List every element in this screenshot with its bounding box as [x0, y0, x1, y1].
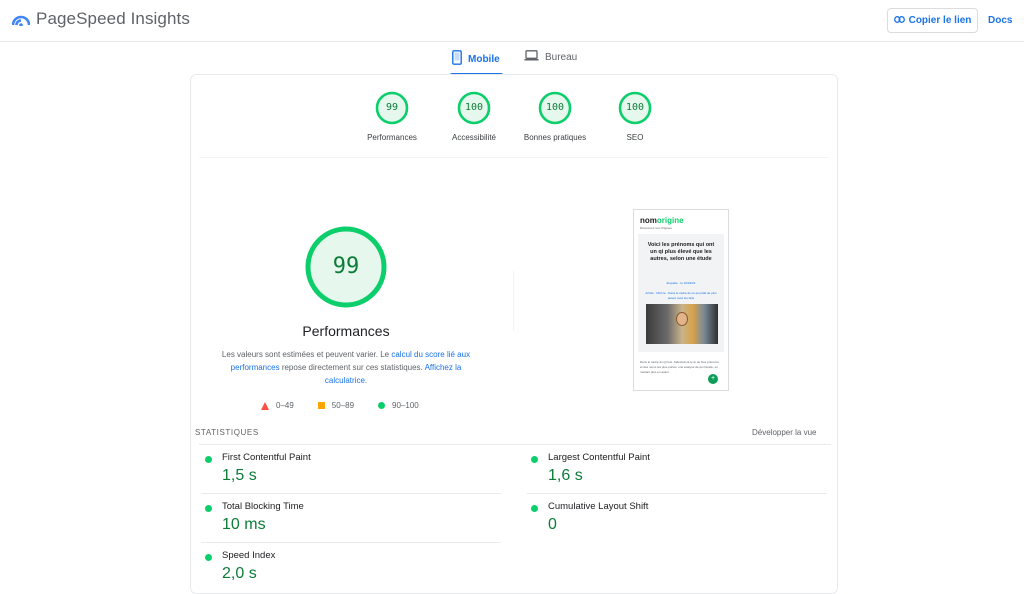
metric-value: 2,0 s — [222, 565, 257, 582]
score-ring: 99 — [375, 91, 409, 125]
desc-text: Les valeurs sont estimées et peuvent var… — [221, 350, 392, 359]
metric-name: Speed Index — [222, 550, 276, 561]
metric-value: 0 — [548, 516, 557, 533]
tab-desktop[interactable]: Bureau — [524, 50, 577, 64]
score-gauge-best-practices[interactable]: 100 Bonnes pratiques — [520, 91, 590, 142]
docs-link[interactable]: Docs — [988, 15, 1012, 26]
plus-icon: + — [708, 374, 718, 384]
legend-average: 50–89 — [317, 401, 355, 410]
category-scores: 99 Performances 100 Accessibilité 100 Bo… — [191, 91, 839, 155]
expand-view-toggle[interactable]: Développer la vue — [752, 428, 816, 437]
site-logo: nomorigine — [640, 216, 684, 225]
pagespeed-logo-icon — [12, 12, 30, 26]
score-value: 99 — [385, 102, 399, 113]
score-label: Accessibilité — [451, 133, 496, 142]
score-legend: 0–49 50–89 90–100 — [261, 401, 419, 410]
tab-mobile[interactable]: Mobile — [452, 50, 500, 68]
laptop-icon — [524, 50, 539, 64]
square-icon — [317, 402, 325, 409]
score-gauge-seo[interactable]: 100 SEO — [600, 91, 670, 142]
page-screenshot[interactable]: nomorigine Découvrez vos Origines Voici … — [633, 209, 729, 391]
desc-text: . — [364, 376, 368, 385]
performance-gauge: 99 — [304, 225, 388, 309]
score-ring: 100 — [618, 91, 652, 125]
site-tagline: Découvrez vos Origines — [640, 226, 672, 230]
pass-circle-icon — [531, 505, 538, 512]
article-headline: Voici les prénoms qui ont un qi plus éle… — [647, 242, 715, 262]
score-value: 100 — [625, 102, 645, 113]
legend-pass: 90–100 — [378, 401, 419, 410]
report-card: 99 Performances 100 Accessibilité 100 Bo… — [190, 74, 838, 594]
divider — [199, 157, 829, 158]
metric-name: Largest Contentful Paint — [548, 452, 650, 463]
brand[interactable]: PageSpeed Insights — [12, 9, 190, 29]
article-meta: Enquête · le 10/04/23 — [666, 281, 696, 285]
circle-icon — [378, 402, 386, 409]
score-gauge-accessibility[interactable]: 100 Accessibilité — [439, 91, 509, 142]
performance-description: Les valeurs sont estimées et peuvent var… — [215, 348, 477, 387]
metric-name: Cumulative Layout Shift — [548, 501, 649, 512]
metric-name: Total Blocking Time — [222, 501, 304, 512]
metric-first-contentful-paint: First Contentful Paint 1,5 s — [191, 447, 501, 495]
divider — [199, 444, 831, 445]
score-label: Bonnes pratiques — [523, 133, 587, 142]
score-label: SEO — [626, 133, 644, 142]
metric-value: 10 ms — [222, 516, 266, 533]
metric-largest-contentful-paint: Largest Contentful Paint 1,6 s — [517, 447, 827, 495]
metric-value: 1,6 s — [548, 467, 583, 484]
pass-circle-icon — [205, 505, 212, 512]
score-label: Performances — [367, 133, 417, 142]
site-logo-part: nom — [640, 216, 657, 225]
divider — [201, 493, 501, 494]
triangle-icon — [261, 401, 269, 410]
copy-link-label: Copier le lien — [908, 15, 972, 26]
tab-mobile-label: Mobile — [468, 53, 500, 65]
score-ring: 100 — [457, 91, 491, 125]
performance-score: 99 — [332, 254, 360, 279]
score-value: 100 — [545, 102, 565, 113]
mobile-phone-icon — [452, 50, 462, 68]
divider — [201, 542, 501, 543]
app-title: PageSpeed Insights — [36, 9, 190, 28]
divider — [527, 493, 827, 494]
statistics-heading: STATISTIQUES — [195, 428, 259, 437]
score-ring: 100 — [538, 91, 572, 125]
tab-desktop-label: Bureau — [545, 51, 578, 63]
pass-circle-icon — [531, 456, 538, 463]
metric-cumulative-layout-shift: Cumulative Layout Shift 0 — [517, 496, 827, 544]
article-meta: Article · MAJ le · Dans le cadre de ce q… — [645, 291, 717, 300]
performance-title: Performances — [302, 323, 390, 339]
metric-speed-index: Speed Index 2,0 s — [191, 545, 501, 593]
device-tabs: Mobile Bureau — [0, 42, 1024, 76]
legend-fail: 0–49 — [261, 401, 294, 410]
desc-text: repose directement sur ces statistiques. — [279, 363, 425, 372]
article-body: Dans le cadre du Qi test. Sélectionné le… — [640, 360, 719, 374]
pass-circle-icon — [205, 554, 212, 561]
copy-link-button[interactable]: Copier le lien — [887, 8, 978, 33]
legend-label: 0–49 — [276, 401, 294, 410]
legend-label: 50–89 — [331, 401, 355, 410]
score-value: 100 — [464, 102, 484, 113]
site-logo-part: origine — [656, 216, 684, 225]
article-card: Voici les prénoms qui ont un qi plus éle… — [638, 234, 724, 352]
metric-value: 1,5 s — [222, 467, 257, 484]
legend-label: 90–100 — [392, 401, 419, 410]
child-face-image — [676, 312, 688, 326]
metric-name: First Contentful Paint — [222, 452, 311, 463]
divider — [513, 271, 514, 331]
article-image — [646, 304, 718, 344]
metric-total-blocking-time: Total Blocking Time 10 ms — [191, 496, 501, 544]
score-gauge-performance[interactable]: 99 Performances — [357, 91, 427, 142]
pass-circle-icon — [205, 456, 212, 463]
top-bar: PageSpeed Insights Copier le lien Docs — [0, 0, 1024, 42]
link-icon — [893, 15, 905, 26]
